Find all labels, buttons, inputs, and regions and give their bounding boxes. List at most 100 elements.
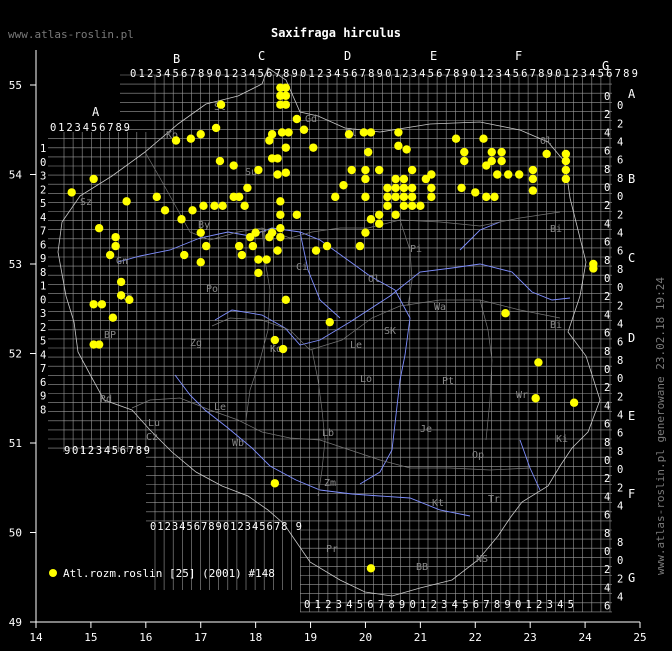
x-tick-label: 18 bbox=[249, 631, 262, 644]
region-label: Zm bbox=[324, 478, 336, 489]
occurrence-point bbox=[311, 246, 321, 255]
grid-digit-right: 8 bbox=[617, 264, 623, 276]
occurrence-point bbox=[361, 165, 370, 175]
grid-digits-top-a: 0123456789 bbox=[50, 122, 130, 134]
occurrence-point bbox=[407, 165, 417, 175]
grid-digit-right: 6 bbox=[604, 419, 610, 431]
grid-row-letter: G bbox=[628, 571, 635, 585]
region-label: Rd bbox=[100, 394, 112, 405]
occurrence-point bbox=[361, 174, 370, 184]
occurrence-point bbox=[234, 241, 244, 251]
occurrence-point bbox=[281, 91, 291, 100]
occurrence-point bbox=[402, 145, 411, 154]
occurrence-point bbox=[366, 128, 376, 137]
occurrence-point bbox=[374, 219, 384, 228]
grid-digit-right: 6 bbox=[604, 601, 610, 613]
region-label: Pt bbox=[442, 376, 454, 387]
occurrence-point bbox=[276, 210, 285, 219]
grid-column-letter: C bbox=[258, 49, 265, 63]
occurrence-point bbox=[265, 136, 274, 145]
x-tick-label: 19 bbox=[304, 631, 317, 644]
occurrence-point bbox=[262, 255, 271, 264]
region-label: Gn bbox=[116, 256, 128, 267]
region-label: Lb bbox=[322, 428, 334, 439]
grid-digit-right: 6 bbox=[617, 428, 623, 440]
occurrence-point bbox=[394, 141, 403, 151]
grid-digit-right: 4 bbox=[617, 501, 623, 513]
occurrence-point bbox=[561, 149, 571, 159]
occurrence-point bbox=[211, 123, 221, 133]
occurrence-point bbox=[89, 300, 98, 309]
occurrence-point bbox=[254, 268, 263, 278]
grid-digit-right: 4 bbox=[617, 137, 623, 149]
occurrence-point bbox=[284, 128, 293, 137]
region-label: NS bbox=[476, 554, 488, 565]
grid-digit-right: 2 bbox=[604, 564, 610, 576]
occurrence-point bbox=[364, 147, 373, 157]
grid-digit-right: 8 bbox=[604, 528, 610, 540]
y-tick-label: 53 bbox=[9, 258, 22, 271]
grid-digit-right: 0 bbox=[617, 373, 623, 385]
occurrence-point bbox=[399, 183, 409, 193]
x-tick-label: 16 bbox=[139, 631, 152, 644]
occurrence-point bbox=[281, 83, 291, 92]
occurrence-point bbox=[528, 174, 538, 184]
occurrence-point bbox=[501, 309, 510, 318]
occurrence-point bbox=[366, 215, 376, 224]
grid-digit-right: 4 bbox=[617, 592, 623, 604]
grid-digit-left: 6 bbox=[40, 377, 46, 389]
grid-digit-right: 6 bbox=[604, 146, 610, 158]
site-url: www.atlas-roslin.pl bbox=[8, 28, 134, 41]
occurrence-point bbox=[589, 264, 598, 273]
occurrence-point bbox=[210, 201, 219, 211]
occurrence-point bbox=[196, 130, 205, 139]
occurrence-point bbox=[105, 250, 115, 260]
region-label: Tr bbox=[488, 494, 500, 505]
grid-digit-left: 3 bbox=[40, 171, 46, 183]
occurrence-point bbox=[202, 241, 211, 251]
grid-column-letter: B bbox=[173, 52, 180, 66]
occurrence-point bbox=[276, 224, 285, 233]
occurrence-point bbox=[471, 188, 480, 197]
occurrence-point bbox=[534, 358, 543, 367]
occurrence-point bbox=[273, 154, 282, 163]
occurrence-point bbox=[281, 168, 291, 177]
occurrence-point bbox=[374, 165, 384, 175]
occurrence-point bbox=[94, 224, 104, 233]
occurrence-point bbox=[240, 201, 249, 211]
occurrence-point bbox=[216, 100, 226, 109]
region-label: Ol bbox=[540, 136, 552, 147]
occurrence-point bbox=[322, 241, 332, 251]
grid-digit-right: 6 bbox=[604, 328, 610, 340]
occurrence-point bbox=[331, 192, 340, 202]
grid-digit-left: 9 bbox=[40, 391, 46, 403]
occurrence-point bbox=[487, 147, 496, 157]
grid-digit-right: 4 bbox=[604, 309, 610, 321]
region-label: Wa bbox=[434, 302, 446, 313]
occurrence-point bbox=[399, 174, 409, 184]
y-tick-label: 52 bbox=[9, 348, 22, 361]
occurrence-point bbox=[111, 232, 120, 242]
region-label: Bi bbox=[550, 224, 562, 235]
occurrence-point bbox=[152, 192, 161, 202]
occurrence-point bbox=[67, 188, 76, 197]
occurrence-point bbox=[482, 161, 491, 170]
occurrence-point bbox=[391, 183, 400, 193]
grid-digit-left: 6 bbox=[40, 240, 46, 252]
occurrence-point bbox=[281, 143, 291, 152]
grid-digit-right: 4 bbox=[617, 228, 623, 240]
x-tick-label: 20 bbox=[359, 631, 372, 644]
occurrence-point bbox=[276, 197, 285, 206]
grid-digit-left: 5 bbox=[40, 198, 46, 210]
grid-digit-left: 4 bbox=[40, 350, 46, 362]
x-tick-label: 15 bbox=[84, 631, 97, 644]
grid-digit-right: 0 bbox=[604, 455, 610, 467]
grid-digit-right: 4 bbox=[604, 400, 610, 412]
occurrence-point bbox=[292, 114, 302, 124]
grid-digit-right: 4 bbox=[604, 491, 610, 503]
region-label: Op bbox=[472, 450, 484, 461]
grid-digit-left: 1 bbox=[40, 281, 46, 293]
region-label: Po bbox=[206, 284, 218, 295]
occurrence-point bbox=[248, 241, 258, 251]
occurrence-point bbox=[407, 192, 417, 202]
